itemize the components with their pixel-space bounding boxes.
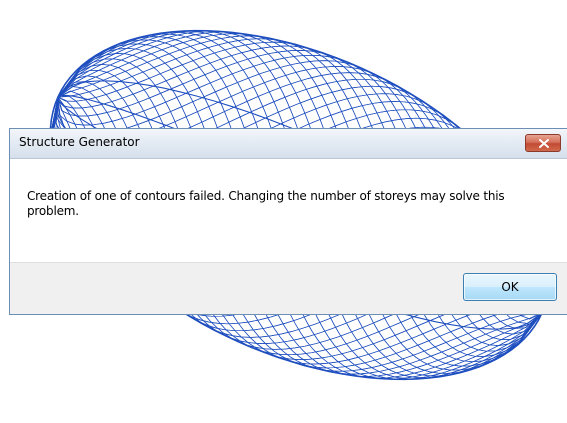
dialog-message: Creation of one of contours failed. Chan… [27, 189, 505, 218]
close-button[interactable] [525, 134, 561, 152]
dialog-titlebar[interactable]: Structure Generator [10, 129, 567, 159]
close-icon [539, 139, 549, 148]
dialog-content: Creation of one of contours failed. Chan… [10, 159, 567, 262]
dialog-footer: OK [10, 262, 567, 314]
message-dialog: Structure Generator Creation of one of c… [9, 128, 567, 315]
dialog-title: Structure Generator [19, 135, 140, 149]
ok-button[interactable]: OK [463, 273, 557, 301]
